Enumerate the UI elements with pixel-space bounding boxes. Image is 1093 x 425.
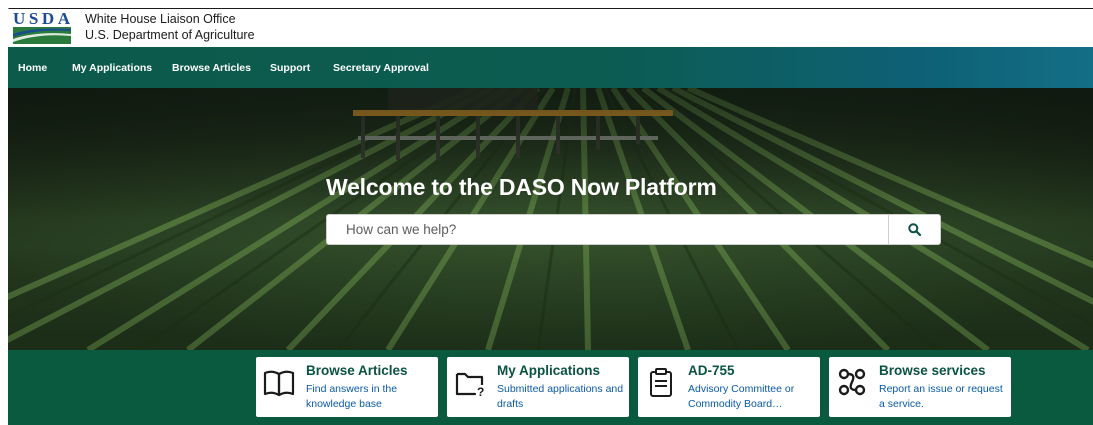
- workflow-icon: [838, 368, 866, 396]
- org-name: White House Liaison Office U.S. Departme…: [85, 11, 255, 43]
- card-description: Advisory Committee or Commodity Board…: [688, 383, 795, 410]
- org-name-line2: U.S. Department of Agriculture: [85, 28, 255, 42]
- main-nav: Home My Applications Browse Articles Sup…: [8, 47, 1093, 88]
- svg-text:?: ?: [477, 385, 484, 399]
- card-title: AD-755: [688, 363, 735, 378]
- hero-banner: Welcome to the DASO Now Platform: [8, 88, 1093, 350]
- org-name-line1: White House Liaison Office: [85, 12, 236, 26]
- clipboard-icon: [650, 368, 672, 397]
- card-ad-755[interactable]: AD-755 Advisory Committee or Commodity B…: [638, 357, 820, 417]
- card-title: My Applications: [497, 363, 601, 378]
- search-bar: [326, 214, 941, 245]
- card-browse-articles[interactable]: Browse Articles Find answers in the know…: [256, 357, 438, 417]
- nav-my-applications[interactable]: My Applications: [72, 62, 152, 74]
- nav-secretary-approval[interactable]: Secretary Approval: [333, 62, 429, 74]
- hero-title: Welcome to the DASO Now Platform: [326, 174, 717, 200]
- card-browse-services[interactable]: Browse services Report an issue or reque…: [829, 357, 1011, 417]
- book-icon: [263, 370, 295, 397]
- search-input[interactable]: [327, 215, 888, 244]
- card-description: Find answers in the knowledge base: [306, 383, 398, 410]
- search-button[interactable]: [888, 215, 940, 244]
- usda-logo[interactable]: USDA: [13, 10, 71, 44]
- card-title: Browse Articles: [306, 363, 408, 378]
- nav-browse-articles[interactable]: Browse Articles: [172, 62, 251, 74]
- card-title: Browse services: [879, 363, 986, 378]
- site-header: USDA White House Liaison Office U.S. Dep…: [8, 9, 1093, 47]
- card-description: Submitted applications and drafts: [497, 383, 624, 410]
- card-my-applications[interactable]: ? My Applications Submitted applications…: [447, 357, 629, 417]
- nav-support[interactable]: Support: [270, 62, 310, 74]
- usda-logo-text: USDA: [13, 10, 71, 28]
- card-description: Report an issue or request a service.: [879, 383, 1003, 410]
- folder-question-icon: ?: [455, 372, 484, 399]
- nav-home[interactable]: Home: [18, 62, 47, 74]
- search-icon: [908, 223, 921, 236]
